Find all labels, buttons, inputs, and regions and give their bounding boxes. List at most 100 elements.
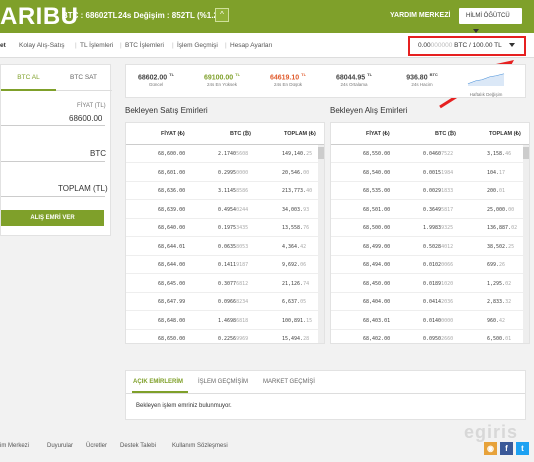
cell-price-value: 68,644.00 [158, 262, 186, 268]
table-row[interactable]: 68,540.00 0.00151984 104.17 [331, 164, 524, 182]
col-total: TOPLAM (₺) [489, 131, 521, 137]
table-row[interactable]: 68,601.00 0.29950000 20,546.00 [126, 164, 319, 182]
table-row[interactable]: 68,499.00 0.50284012 38,502.25 [331, 238, 524, 256]
table-row[interactable]: 68,640.00 0.19753435 13,558.76 [126, 219, 319, 237]
cell-btc-value: 1.4698 [218, 317, 237, 324]
cell-total-faded: 26 [499, 262, 506, 268]
cell-total: 25,000.00 [487, 207, 514, 213]
tab-trade-history[interactable]: İŞLEM GEÇMİŞİM [198, 379, 248, 385]
trade-tabs: BTC AL BTC SAT [1, 65, 112, 91]
table-row[interactable]: 68,494.00 0.01020066 699.26 [331, 256, 524, 274]
price-input[interactable]: 68600.00 [69, 114, 102, 123]
cell-price: 68,644.01 [158, 244, 185, 250]
nav-item-market[interactable]: et [0, 42, 6, 49]
cell-btc-value: 0.1975 [218, 225, 237, 231]
table-row[interactable]: 68,644.01 0.06358053 4,364.42 [126, 238, 319, 256]
user-menu-button[interactable]: HİLMİ ÖĞÜTCÜ [459, 8, 522, 34]
tab-open-orders[interactable]: AÇIK EMİRLERİM [133, 379, 183, 385]
footer-link-fees[interactable]: Ücretler [86, 443, 107, 449]
top-bar: ARIBU BTC : 68602TL 24s Değişim : 852TL … [0, 0, 534, 34]
cell-btc-value: 0.1411 [218, 262, 237, 268]
table-row[interactable]: 68,639.00 0.49540244 34,003.93 [126, 201, 319, 219]
table-row[interactable]: 68,647.99 0.09668234 6,637.05 [126, 293, 319, 311]
cell-price: 68,450.00 [363, 281, 390, 287]
table-row[interactable]: 68,404.00 0.04142036 2,833.32 [331, 293, 524, 311]
table-row[interactable]: 68,402.00 0.09502660 6,500.01 [331, 330, 524, 343]
col-total: TOPLAM (₺) [284, 131, 316, 137]
cell-total: 699.26 [487, 262, 505, 268]
table-row[interactable]: 68,636.00 3.11458586 213,773.40 [126, 182, 319, 200]
cell-total-value: 34,003. [282, 206, 304, 213]
stat-label: 24s En Düşük [273, 82, 302, 88]
table-row[interactable]: 68,648.00 1.46986818 100,891.15 [126, 312, 319, 330]
buy-orders-title: Bekleyen Alış Emirleri [330, 106, 408, 115]
cell-btc-faded: 2660 [441, 336, 454, 342]
cell-total-faded: 32 [505, 299, 512, 305]
cell-total-faded: 02 [505, 280, 512, 287]
scroll-thumb[interactable] [523, 147, 529, 159]
facebook-icon[interactable]: f [500, 442, 513, 455]
table-row[interactable]: 68,550.00 0.04607522 3,158.46 [331, 145, 524, 163]
table-row[interactable]: 68,644.00 0.14119187 9,692.06 [126, 256, 319, 274]
cell-total: 6,637.05 [282, 299, 306, 305]
help-center-link[interactable]: YARDIM MERKEZİ [390, 12, 450, 19]
cell-price: 68,499.00 [363, 244, 390, 250]
nav-item-btc-transactions[interactable]: BTC İşlemleri [125, 42, 164, 49]
cell-btc-faded: 0244 [236, 206, 249, 213]
cell-price: 68,647.99 [158, 299, 185, 305]
rss-icon[interactable]: ◉ [484, 442, 497, 455]
table-row[interactable]: 68,450.00 0.01891020 1,295.02 [331, 275, 524, 293]
cell-total-value: 38,502. [487, 243, 509, 250]
total-input[interactable]: TOPLAM (TL) [58, 184, 108, 193]
footer-link-announcements[interactable]: Duyurular [47, 443, 73, 449]
tab-sell-btc[interactable]: BTC SAT [56, 65, 111, 91]
table-row[interactable]: 68,403.01 0.01400000 960.42 [331, 312, 524, 330]
cell-price-value: 68,645.00 [158, 280, 186, 287]
cell-total-value: 25,000. [487, 206, 509, 213]
buy-book-scrollbar[interactable] [523, 145, 529, 343]
cell-total: 213,773.40 [282, 188, 312, 194]
nav-item-history[interactable]: İşlem Geçmişi [177, 42, 218, 49]
table-row[interactable]: 68,501.00 0.36495817 25,000.00 [331, 201, 524, 219]
market-stats: 68602.00 TL Güncel 69100.00 TL 24s En Yü… [125, 64, 526, 98]
cell-btc-value: 0.0966 [218, 299, 237, 305]
nav-item-easy-trade[interactable]: Kolay Alış-Satış [19, 42, 65, 49]
table-row[interactable]: 68,500.00 1.99839325 136,887.02 [331, 219, 524, 237]
cell-price: 68,494.00 [363, 262, 390, 268]
footer-link-support[interactable]: Destek Talebi [120, 443, 156, 449]
cell-btc: 2.17405608 [218, 151, 248, 157]
stat-value: 64619.10 [269, 74, 300, 82]
amount-input[interactable]: BTC [90, 149, 106, 158]
cell-btc-faded: 0000 [236, 169, 249, 176]
cell-price-value: 68,550.00 [363, 151, 391, 157]
place-buy-order-button[interactable]: ALIŞ EMRİ VER [1, 210, 104, 226]
tab-buy-btc[interactable]: BTC AL [1, 65, 56, 91]
cell-btc-faded: 9325 [441, 225, 454, 231]
table-row[interactable]: 68,600.00 2.17405608 149,140.25 [126, 145, 319, 163]
cell-price: 68,648.00 [158, 318, 185, 324]
table-row[interactable]: 68,645.00 0.30776812 21,126.74 [126, 275, 319, 293]
cell-total: 1,295.02 [487, 281, 511, 287]
cell-total-faded: 74 [303, 280, 310, 287]
cell-btc-value: 2.1740 [218, 151, 237, 157]
table-row[interactable]: 68,535.00 0.00291833 200.01 [331, 182, 524, 200]
footer-link-terms[interactable]: Kullanım Sözleşmesi [172, 443, 228, 449]
cell-total: 104.17 [487, 170, 505, 176]
footer-link-help[interactable]: im Merkezi [0, 443, 29, 449]
tab-market-history[interactable]: MARKET GEÇMİŞİ [263, 379, 315, 385]
cell-price-value: 68,601.00 [158, 169, 186, 176]
cell-btc: 0.06358053 [218, 244, 248, 250]
stat-unit: TL [367, 72, 373, 77]
cell-btc: 0.22569969 [218, 336, 248, 342]
chevron-up-icon[interactable]: ^ [215, 8, 229, 22]
table-row[interactable]: 68,650.00 0.22569969 15,494.28 [126, 330, 319, 343]
twitter-icon[interactable]: t [516, 442, 529, 455]
cell-price-value: 68,648.00 [158, 317, 186, 324]
nav-item-tl-transactions[interactable]: TL İşlemleri [80, 42, 113, 49]
nav-item-account-settings[interactable]: Hesap Ayarları [230, 42, 273, 49]
cell-total-value: 21,126. [282, 280, 304, 287]
scroll-thumb[interactable] [318, 147, 324, 159]
balance-dropdown[interactable]: 0.00000000 BTC / 100.00 TL [408, 36, 526, 56]
sell-book-scrollbar[interactable] [318, 145, 324, 343]
cell-btc-faded: 4012 [441, 243, 454, 250]
